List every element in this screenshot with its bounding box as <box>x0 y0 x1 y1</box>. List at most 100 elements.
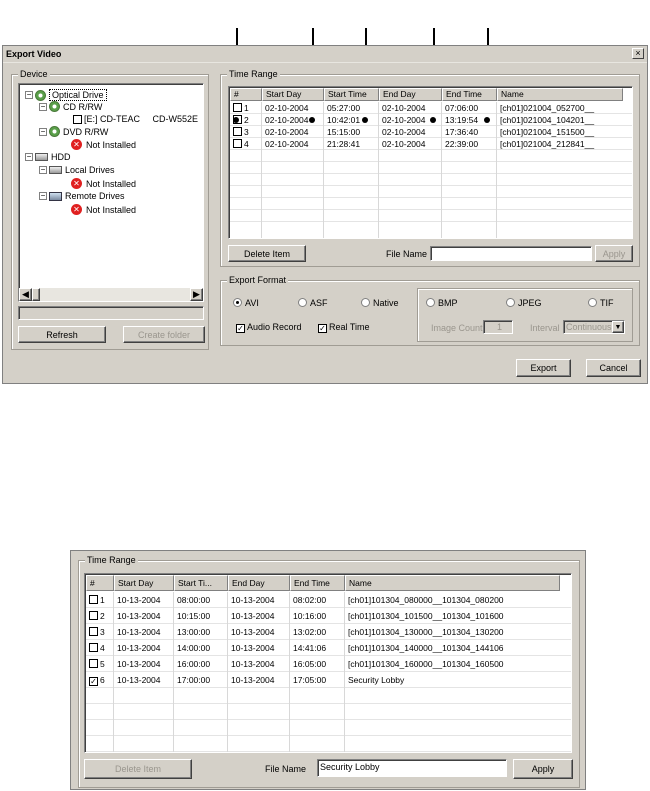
cell-name: [ch01]101304_080000__101304_080200 <box>348 595 504 605</box>
cell-end-time: 16:05:00 <box>293 659 327 669</box>
table-row[interactable]: 3 02-10-2004 15:15:00 02-10-2004 17:36:40 [ch… <box>230 126 632 138</box>
file-name-input-2[interactable]: Security Lobby <box>317 759 507 777</box>
callout-dot-4 <box>430 117 436 123</box>
row-number: 4 <box>244 139 249 149</box>
time-range-table[interactable]: # Start Day Start Time End Day End Time Name 1… <box>228 86 633 239</box>
cell-start-day: 10-13-2004 <box>117 595 161 605</box>
checked-checkbox-icon[interactable]: ✓ <box>89 677 98 686</box>
collapse-icon[interactable]: − <box>25 153 33 161</box>
column-header[interactable]: Start Time <box>324 88 379 101</box>
callout-dot-2 <box>309 117 315 123</box>
real-time-checkbox[interactable]: ✓ Real Time <box>318 322 370 333</box>
refresh-button[interactable]: Refresh <box>18 326 106 343</box>
column-header[interactable]: End Time <box>442 88 497 101</box>
checkbox-icon[interactable] <box>73 114 82 124</box>
row-gridline <box>86 703 571 704</box>
checkbox-icon[interactable] <box>89 595 98 604</box>
apply-button-2[interactable]: Apply <box>513 759 573 779</box>
tree-label-remote-drives: Remote Drives <box>65 191 125 201</box>
delete-item-button-2[interactable]: Delete Item <box>84 759 192 779</box>
tree-node-cd-rw[interactable]: − CD R/RW <box>39 101 102 112</box>
local-drive-icon <box>49 166 62 174</box>
table-row[interactable]: 4 10-13-2004 14:00:00 10-13-2004 14:41:06 [ch… <box>86 640 571 656</box>
column-gridline <box>441 102 442 238</box>
audio-record-checkbox[interactable]: ✓ Audio Record <box>236 322 302 333</box>
tree-node-remote-drives[interactable]: − Remote Drives <box>39 191 125 201</box>
checkbox-icon[interactable] <box>89 611 98 620</box>
cell-end-day: 10-13-2004 <box>231 595 275 605</box>
table-row[interactable]: 2 10-13-2004 10:15:00 10-13-2004 10:16:00 [ch… <box>86 608 571 624</box>
cell-end-day: 10-13-2004 <box>231 611 275 621</box>
chevron-down-icon[interactable]: ▼ <box>612 321 624 333</box>
create-folder-button[interactable]: Create folder <box>123 326 205 343</box>
checkbox-icon[interactable] <box>233 139 242 148</box>
cell-start-time: 10:15:00 <box>177 611 211 621</box>
tree-node-local-drives[interactable]: − Local Drives <box>39 165 115 175</box>
column-header[interactable]: Name <box>345 575 560 591</box>
tree-node-cd-device[interactable]: [E:] CD-TEAC CD-W552E <box>73 114 198 124</box>
row-number: 1 <box>100 595 105 605</box>
asf-radio[interactable]: ASF <box>298 298 328 308</box>
apply-button[interactable]: Apply <box>595 245 633 262</box>
checkmark-icon: ✓ <box>318 324 327 333</box>
image-count-spinner[interactable]: 1 <box>483 320 513 334</box>
table-row[interactable]: 1 02-10-2004 05:27:00 02-10-2004 07:06:00 [ch… <box>230 102 632 114</box>
column-header[interactable]: Start Day <box>114 575 174 591</box>
collapse-icon[interactable]: − <box>25 91 33 99</box>
tree-node-dvd-rw[interactable]: − DVD R/RW <box>39 126 108 137</box>
cell-start-time: 14:00:00 <box>177 643 211 653</box>
table-row[interactable]: 5 10-13-2004 16:00:00 10-13-2004 16:05:00 [ch… <box>86 656 571 672</box>
tree-node-hdd[interactable]: − HDD <box>25 152 71 162</box>
column-header[interactable]: # <box>86 575 114 591</box>
time-range-table-2[interactable]: # Start Day Start Ti... End Day End Time Name… <box>84 573 572 753</box>
column-gridline <box>173 592 174 752</box>
checkbox-icon[interactable] <box>233 127 242 136</box>
dialog-title: Export Video <box>6 49 62 59</box>
bmp-radio[interactable]: BMP <box>426 298 458 308</box>
cell-num: ✓ 6 <box>86 672 114 688</box>
scroll-right-button[interactable]: ▶ <box>190 288 203 301</box>
horizontal-scrollbar[interactable]: ◀ ▶ <box>19 288 203 301</box>
collapse-icon[interactable]: − <box>39 127 47 136</box>
scroll-left-button[interactable]: ◀ <box>19 288 32 301</box>
export-format-legend: Export Format <box>227 275 289 286</box>
column-header[interactable]: End Day <box>379 88 442 101</box>
checkbox-icon[interactable] <box>89 627 98 636</box>
cell-num: 2 <box>86 608 114 624</box>
column-header[interactable]: End Day <box>228 575 290 591</box>
avi-radio[interactable]: AVI <box>233 298 259 308</box>
close-button[interactable]: × <box>632 48 644 59</box>
export-button[interactable]: Export <box>516 359 571 377</box>
tif-radio[interactable]: TIF <box>588 298 614 308</box>
cancel-button[interactable]: Cancel <box>586 359 641 377</box>
checkbox-icon[interactable] <box>89 659 98 668</box>
jpeg-label: JPEG <box>518 298 542 308</box>
column-gridline <box>323 102 324 238</box>
table-row[interactable]: 1 10-13-2004 08:00:00 10-13-2004 08:02:00 [ch… <box>86 592 571 608</box>
native-radio[interactable]: Native <box>361 298 399 308</box>
column-gridline <box>289 592 290 752</box>
collapse-icon[interactable]: − <box>39 166 47 174</box>
hard-drive-icon <box>35 153 48 161</box>
row-number: 1 <box>244 103 249 113</box>
jpeg-radio[interactable]: JPEG <box>506 298 542 308</box>
column-header[interactable]: End Time <box>290 575 345 591</box>
file-name-input[interactable] <box>430 246 592 261</box>
table-row[interactable]: 4 02-10-2004 21:28:41 02-10-2004 22:39:00 [ch… <box>230 138 632 150</box>
cell-start-time: 13:00:00 <box>177 627 211 637</box>
table-row[interactable]: 3 10-13-2004 13:00:00 10-13-2004 13:02:00 [ch… <box>86 624 571 640</box>
column-header[interactable]: # <box>230 88 262 101</box>
table-row[interactable]: ✓ 6 10-13-2004 17:00:00 10-13-2004 17:05:00 Se… <box>86 672 571 688</box>
column-header[interactable]: Start Ti... <box>174 575 228 591</box>
scroll-thumb[interactable] <box>32 288 40 301</box>
tree-node-optical-drive[interactable]: − Optical Drive <box>25 89 107 101</box>
column-header[interactable]: Start Day <box>262 88 324 101</box>
collapse-icon[interactable]: − <box>39 192 47 200</box>
cell-end-day: 02-10-2004 <box>382 103 426 113</box>
collapse-icon[interactable]: − <box>39 102 47 111</box>
audio-record-label: Audio Record <box>247 322 302 332</box>
delete-item-button[interactable]: Delete Item <box>228 245 306 262</box>
checkbox-icon[interactable] <box>233 103 242 112</box>
checkbox-icon[interactable] <box>89 643 98 652</box>
column-header[interactable]: Name <box>497 88 623 101</box>
